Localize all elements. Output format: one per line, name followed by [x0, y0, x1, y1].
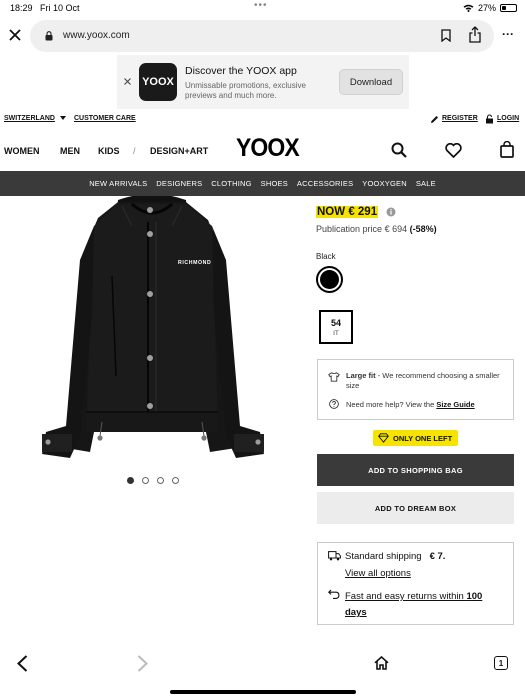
- stock-badge: ONLY ONE LEFT: [373, 430, 459, 446]
- stock-text: ONLY ONE LEFT: [393, 433, 453, 443]
- country-selector[interactable]: SWITZERLAND: [4, 115, 55, 122]
- more-options-icon[interactable]: ···: [502, 27, 514, 41]
- help-text: Need more help? View the Size Guide: [346, 400, 475, 409]
- register-link[interactable]: REGISTER: [442, 115, 478, 122]
- url-text: www.yoox.com: [63, 30, 130, 41]
- size-option-54[interactable]: 54 IT: [319, 310, 353, 344]
- publication-price-value: € 694: [384, 224, 408, 234]
- pencil-icon: [431, 116, 438, 123]
- heart-icon[interactable]: [445, 143, 462, 158]
- color-label: Black: [316, 252, 336, 261]
- view-options-link[interactable]: View all options: [345, 568, 411, 579]
- publication-price-label: Publication price: [316, 224, 383, 234]
- bookmark-icon[interactable]: [441, 29, 451, 42]
- color-swatch-fill: [320, 270, 339, 289]
- customer-care-link[interactable]: CUSTOMER CARE: [74, 115, 136, 122]
- back-icon[interactable]: [17, 655, 28, 672]
- battery-level: [502, 6, 506, 10]
- product-image[interactable]: RICHMOND: [36, 196, 268, 460]
- chevron-down-icon: [60, 116, 66, 120]
- close-icon[interactable]: [9, 29, 21, 41]
- promo-subtitle: Unmissable promotions, exclusive preview…: [185, 81, 306, 100]
- help-prefix: Need more help? View the: [346, 400, 437, 409]
- yoox-logo[interactable]: YOOX: [236, 134, 300, 163]
- truck-icon: [328, 551, 341, 561]
- fit-info-box: Large fit - We recommend choosing a smal…: [317, 359, 514, 420]
- category-sale[interactable]: SALE: [416, 179, 436, 188]
- app-promo-banner: YOOX Discover the YOOX app Unmissable pr…: [117, 55, 409, 109]
- fit-text: Large fit - We recommend choosing a smal…: [346, 371, 506, 391]
- browser-toolbar: www.yoox.com ···: [0, 16, 525, 56]
- category-designers[interactable]: DESIGNERS: [156, 179, 202, 188]
- jacket-logo-text: RICHMOND: [178, 260, 211, 266]
- publication-price: Publication price € 694 (-58%): [316, 224, 437, 234]
- nav-separator: /: [133, 146, 136, 156]
- category-shoes[interactable]: SHOES: [261, 179, 288, 188]
- diamond-icon: [378, 433, 389, 443]
- status-right: 27%: [463, 3, 517, 13]
- yoox-app-logo: YOOX: [139, 63, 177, 101]
- standard-shipping: Standard shipping € 7.: [345, 551, 445, 562]
- close-promo-icon[interactable]: [124, 78, 131, 85]
- nav-kids[interactable]: KIDS: [98, 146, 120, 156]
- nav-design-art[interactable]: DESIGN+ART: [150, 146, 208, 156]
- standard-shipping-label: Standard shipping: [345, 551, 422, 562]
- home-indicator: [170, 690, 356, 694]
- tabs-button[interactable]: 1: [494, 656, 508, 670]
- battery-percent: 27%: [477, 3, 496, 13]
- download-button[interactable]: Download: [339, 69, 403, 95]
- carousel-dot-3[interactable]: [157, 477, 164, 484]
- category-yooxygen[interactable]: YOOXYGEN: [362, 179, 407, 188]
- discount-badge: (-58%): [409, 224, 437, 234]
- status-bar: 18:29 Fri 10 Oct ••• 27%: [0, 0, 525, 16]
- multitask-dots[interactable]: •••: [254, 0, 268, 11]
- status-time: 18:29: [10, 3, 33, 13]
- add-to-dream-box-button[interactable]: ADD TO DREAM BOX: [317, 492, 514, 524]
- fit-title: Large fit: [346, 371, 376, 380]
- carousel-dot-1[interactable]: [127, 477, 134, 484]
- help-icon: [329, 399, 339, 409]
- carousel-dot-4[interactable]: [172, 477, 179, 484]
- carousel-dot-2[interactable]: [142, 477, 149, 484]
- promo-title: Discover the YOOX app: [185, 65, 297, 77]
- info-icon[interactable]: [386, 207, 396, 217]
- nav-men[interactable]: MEN: [60, 146, 80, 156]
- price-now-label: NOW: [317, 206, 346, 218]
- price-now: NOW € 291: [316, 206, 379, 218]
- tshirt-icon: [328, 372, 340, 382]
- category-bar: NEW ARRIVALS DESIGNERS CLOTHING SHOES AC…: [0, 171, 525, 196]
- return-icon: [328, 589, 340, 599]
- share-icon[interactable]: [468, 26, 482, 43]
- lock-icon: [45, 31, 53, 41]
- address-bar[interactable]: www.yoox.com: [30, 20, 494, 52]
- returns-link[interactable]: Fast and easy returns within 100 days: [345, 589, 505, 621]
- home-icon[interactable]: [374, 656, 389, 670]
- lock-login-icon: [486, 114, 493, 124]
- size-unit: IT: [333, 330, 339, 337]
- category-accessories[interactable]: ACCESSORIES: [297, 179, 353, 188]
- category-new-arrivals[interactable]: NEW ARRIVALS: [89, 179, 147, 188]
- search-icon[interactable]: [391, 142, 407, 158]
- shipping-info-box: Standard shipping € 7. View all options F…: [317, 542, 514, 625]
- returns-text: Fast and easy returns within: [345, 591, 467, 602]
- standard-shipping-price: € 7.: [429, 551, 446, 562]
- add-to-shopping-bag-button[interactable]: ADD TO SHOPPING BAG: [317, 454, 514, 486]
- nav-women[interactable]: WOMEN: [4, 146, 40, 156]
- forward-icon[interactable]: [137, 655, 148, 672]
- size-number: 54: [330, 318, 341, 328]
- shopping-bag-icon[interactable]: [500, 141, 514, 158]
- login-link[interactable]: LOGIN: [497, 115, 519, 122]
- price-now-value: € 291: [348, 206, 378, 218]
- category-clothing[interactable]: CLOTHING: [211, 179, 251, 188]
- status-date: Fri 10 Oct: [40, 3, 80, 13]
- size-guide-link[interactable]: Size Guide: [436, 400, 474, 409]
- wifi-icon: [463, 4, 474, 12]
- battery-icon: [500, 4, 517, 12]
